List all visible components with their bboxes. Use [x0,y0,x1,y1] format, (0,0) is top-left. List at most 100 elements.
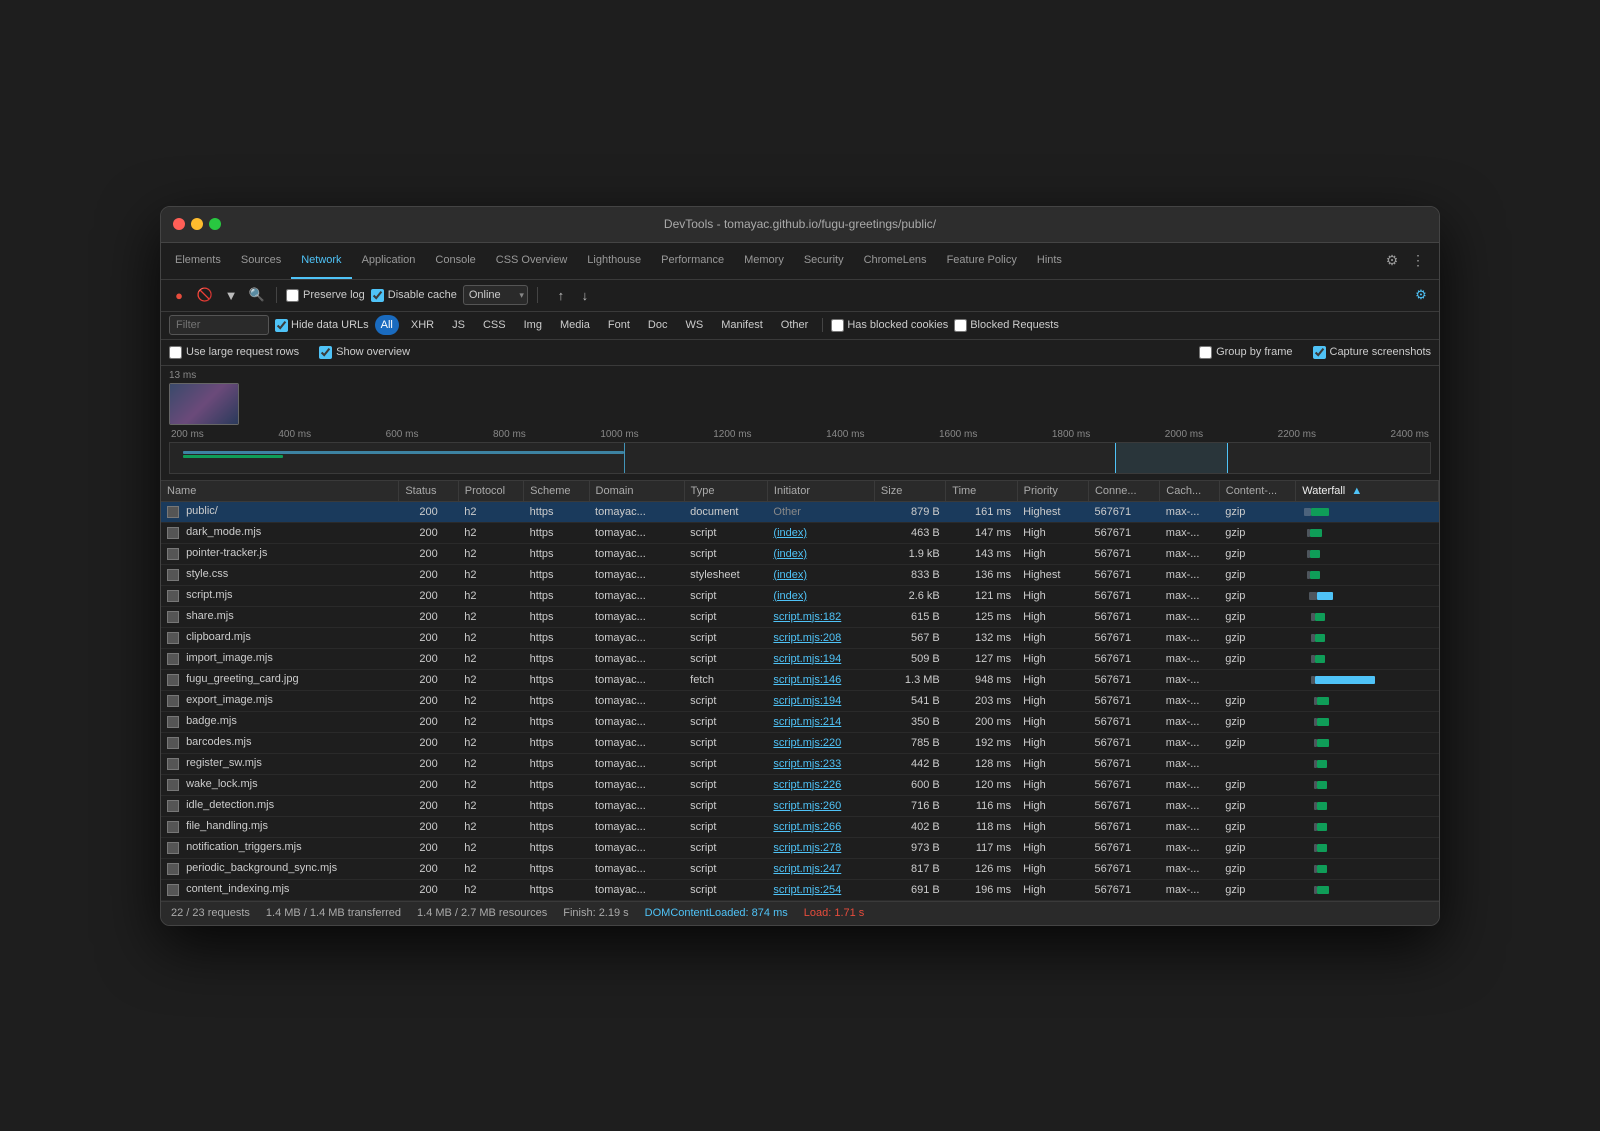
col-header-conn[interactable]: Conne... [1088,481,1159,502]
throttle-select[interactable]: Online Fast 3G Slow 3G Offline [463,285,528,305]
col-header-domain[interactable]: Domain [589,481,684,502]
table-row[interactable]: public/ 200 h2 https tomayac... document… [161,501,1439,522]
throttle-select-wrapper[interactable]: Online Fast 3G Slow 3G Offline [463,285,528,305]
table-row[interactable]: periodic_background_sync.mjs 200 h2 http… [161,858,1439,879]
col-header-type[interactable]: Type [684,481,767,502]
col-header-waterfall[interactable]: Waterfall ▲ [1296,481,1439,502]
tab-lighthouse[interactable]: Lighthouse [577,243,651,279]
initiator-link[interactable]: script.mjs:260 [773,800,841,812]
table-row[interactable]: clipboard.mjs 200 h2 https tomayac... sc… [161,627,1439,648]
initiator-link[interactable]: (index) [773,548,807,560]
initiator-link[interactable]: script.mjs:146 [773,674,841,686]
initiator-link[interactable]: script.mjs:233 [773,758,841,770]
initiator-link[interactable]: script.mjs:247 [773,863,841,875]
col-header-cache[interactable]: Cach... [1160,481,1219,502]
tab-application[interactable]: Application [352,243,426,279]
initiator-link[interactable]: script.mjs:220 [773,737,841,749]
timeline-overview[interactable] [169,442,1431,474]
table-row[interactable]: export_image.mjs 200 h2 https tomayac...… [161,690,1439,711]
initiator-link[interactable]: script.mjs:226 [773,779,841,791]
filter-other-button[interactable]: Other [775,315,815,335]
maximize-button[interactable] [209,218,221,230]
col-header-initiator[interactable]: Initiator [767,481,874,502]
initiator-link[interactable]: script.mjs:254 [773,884,841,896]
clear-button[interactable]: 🚫 [195,285,215,305]
group-by-frame-option[interactable]: Group by frame [1199,346,1292,359]
minimize-button[interactable] [191,218,203,230]
initiator-link[interactable]: script.mjs:266 [773,821,841,833]
tab-console[interactable]: Console [425,243,485,279]
table-row[interactable]: style.css 200 h2 https tomayac... styles… [161,564,1439,585]
col-header-scheme[interactable]: Scheme [524,481,589,502]
table-row[interactable]: fugu_greeting_card.jpg 200 h2 https toma… [161,669,1439,690]
tab-chromelens[interactable]: ChromeLens [854,243,937,279]
table-row[interactable]: share.mjs 200 h2 https tomayac... script… [161,606,1439,627]
col-header-priority[interactable]: Priority [1017,481,1088,502]
network-table-container[interactable]: Name Status Protocol Scheme Domain Type … [161,481,1439,901]
filter-img-button[interactable]: Img [518,315,548,335]
filter-doc-button[interactable]: Doc [642,315,674,335]
hide-data-urls-chip[interactable]: Hide data URLs [275,319,369,332]
col-header-protocol[interactable]: Protocol [458,481,523,502]
table-row[interactable]: pointer-tracker.js 200 h2 https tomayac.… [161,543,1439,564]
filter-font-button[interactable]: Font [602,315,636,335]
tab-elements[interactable]: Elements [165,243,231,279]
initiator-link[interactable]: script.mjs:194 [773,653,841,665]
table-row[interactable]: register_sw.mjs 200 h2 https tomayac... … [161,753,1439,774]
capture-screenshots-option[interactable]: Capture screenshots [1313,346,1432,359]
more-options-icon[interactable]: ⋮ [1409,252,1427,270]
initiator-link[interactable]: (index) [773,527,807,539]
table-row[interactable]: badge.mjs 200 h2 https tomayac... script… [161,711,1439,732]
tab-hints[interactable]: Hints [1027,243,1072,279]
table-row[interactable]: file_handling.mjs 200 h2 https tomayac..… [161,816,1439,837]
tab-sources[interactable]: Sources [231,243,291,279]
import-button[interactable]: ↑ [551,285,571,305]
table-row[interactable]: wake_lock.mjs 200 h2 https tomayac... sc… [161,774,1439,795]
initiator-link[interactable]: script.mjs:214 [773,716,841,728]
initiator-link[interactable]: script.mjs:194 [773,695,841,707]
filter-all-button[interactable]: All [375,315,399,335]
table-row[interactable]: script.mjs 200 h2 https tomayac... scrip… [161,585,1439,606]
has-blocked-cookies-chip[interactable]: Has blocked cookies [831,319,948,332]
table-row[interactable]: idle_detection.mjs 200 h2 https tomayac.… [161,795,1439,816]
initiator-link[interactable]: (index) [773,569,807,581]
tab-css-overview[interactable]: CSS Overview [486,243,578,279]
table-row[interactable]: dark_mode.mjs 200 h2 https tomayac... sc… [161,522,1439,543]
table-row[interactable]: content_indexing.mjs 200 h2 https tomaya… [161,879,1439,900]
col-header-name[interactable]: Name [161,481,399,502]
show-overview-option[interactable]: Show overview [319,346,410,359]
filter-input[interactable] [169,315,269,335]
col-header-size[interactable]: Size [874,481,945,502]
tab-memory[interactable]: Memory [734,243,794,279]
filter-xhr-button[interactable]: XHR [405,315,440,335]
filter-css-button[interactable]: CSS [477,315,512,335]
tab-feature-policy[interactable]: Feature Policy [937,243,1027,279]
tab-network[interactable]: Network [291,243,351,279]
filter-media-button[interactable]: Media [554,315,596,335]
col-header-status[interactable]: Status [399,481,458,502]
preserve-log-checkbox[interactable]: Preserve log [286,289,365,302]
initiator-link[interactable]: (index) [773,590,807,602]
disable-cache-checkbox[interactable]: Disable cache [371,289,457,302]
table-row[interactable]: notification_triggers.mjs 200 h2 https t… [161,837,1439,858]
table-row[interactable]: barcodes.mjs 200 h2 https tomayac... scr… [161,732,1439,753]
settings-icon[interactable]: ⚙ [1383,252,1401,270]
tab-performance[interactable]: Performance [651,243,734,279]
filter-manifest-button[interactable]: Manifest [715,315,769,335]
export-button[interactable]: ↓ [575,285,595,305]
col-header-time[interactable]: Time [946,481,1017,502]
col-header-content[interactable]: Content-... [1219,481,1296,502]
large-rows-option[interactable]: Use large request rows [169,346,299,359]
screenshot-thumbnail[interactable] [169,383,239,425]
table-row[interactable]: import_image.mjs 200 h2 https tomayac...… [161,648,1439,669]
filter-js-button[interactable]: JS [446,315,471,335]
close-button[interactable] [173,218,185,230]
record-button[interactable]: ● [169,285,189,305]
search-button[interactable]: 🔍 [247,285,267,305]
network-settings-button[interactable]: ⚙ [1411,285,1431,305]
initiator-link[interactable]: script.mjs:182 [773,611,841,623]
filter-icon[interactable]: ▼ [221,285,241,305]
filter-ws-button[interactable]: WS [679,315,709,335]
initiator-link[interactable]: script.mjs:208 [773,632,841,644]
initiator-link[interactable]: script.mjs:278 [773,842,841,854]
